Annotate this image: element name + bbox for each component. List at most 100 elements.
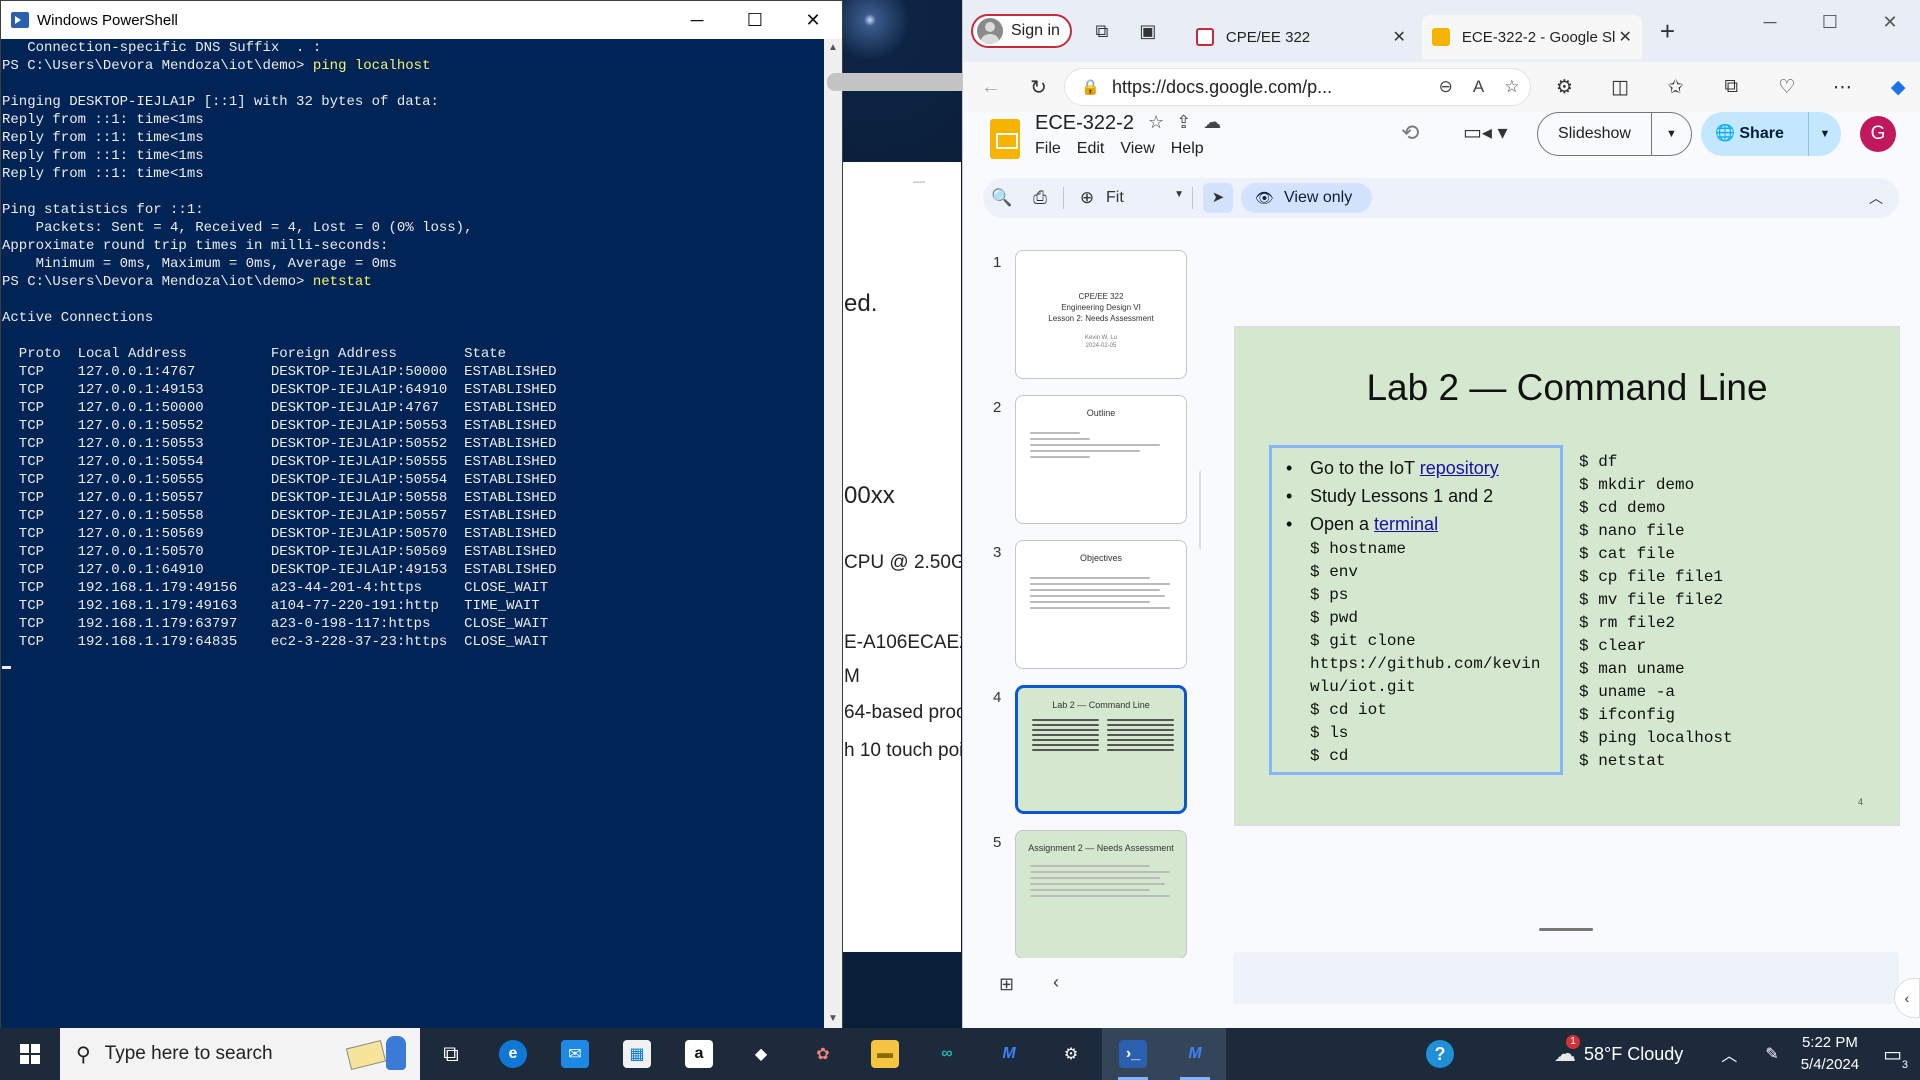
task-view-icon[interactable]: ⧉ xyxy=(420,1028,482,1080)
workspaces-icon[interactable]: ⧉ xyxy=(1086,15,1118,47)
pen-icon[interactable]: ✎ xyxy=(1765,1044,1778,1064)
close-button[interactable]: ✕ xyxy=(784,1,842,39)
account-avatar[interactable]: G xyxy=(1860,116,1896,152)
extensions-icon[interactable]: ⚙ xyxy=(1543,69,1587,105)
favorite-star-icon[interactable]: ☆ xyxy=(1504,77,1519,97)
edge-app-icon[interactable]: e xyxy=(482,1028,544,1080)
print-icon[interactable]: ⎙ xyxy=(1021,188,1059,208)
history-icon[interactable]: ⟲ xyxy=(1401,120,1419,146)
lock-icon[interactable]: 🔒 xyxy=(1081,78,1100,96)
settings-icon[interactable]: ⚙ xyxy=(1040,1028,1102,1080)
minimize-button[interactable]: ─ xyxy=(668,1,726,39)
thumbnail[interactable]: Assignment 2 — Needs Assessment xyxy=(1015,830,1187,958)
notification-icon[interactable]: ▭ 3 xyxy=(1883,1042,1908,1071)
read-aloud-icon[interactable]: A xyxy=(1473,77,1484,97)
amazon-app-icon[interactable]: a xyxy=(668,1028,730,1080)
edge-window[interactable]: Sign in ⧉ ▣ CPE/EE 322 ✕ ECE-322-2 - Goo… xyxy=(962,0,1920,1028)
dropbox-app-icon[interactable]: ◆ xyxy=(730,1028,792,1080)
menu-file[interactable]: File xyxy=(1035,140,1061,158)
copilot-icon[interactable]: ◆ xyxy=(1876,69,1920,105)
store-app-icon[interactable]: ▦ xyxy=(606,1028,668,1080)
select-pointer-icon[interactable]: ➤ xyxy=(1203,183,1233,213)
collapse-filmstrip-icon[interactable]: ‹ xyxy=(1053,972,1059,993)
tab-cpe-ee-322[interactable]: CPE/EE 322 ✕ xyxy=(1186,15,1416,59)
meet-camera-icon[interactable]: ▭◂ ▾ xyxy=(1463,120,1508,145)
cloud-icon[interactable]: ☁ xyxy=(1203,112,1233,132)
tab-close-icon[interactable]: ✕ xyxy=(1619,27,1632,47)
signin-button[interactable]: Sign in xyxy=(971,14,1072,48)
terminal-link[interactable]: terminal xyxy=(1374,514,1438,534)
collections-icon[interactable]: ⧉ xyxy=(1709,69,1753,105)
more-menu-icon[interactable]: ⋯ xyxy=(1821,69,1865,105)
search-icon[interactable]: 🔍 xyxy=(983,188,1021,208)
share-label[interactable]: 🌐 Share xyxy=(1701,112,1809,156)
collapse-toolbar-icon[interactable]: ︿ xyxy=(1869,188,1883,208)
powershell-titlebar[interactable]: Windows PowerShell ─ ☐ ✕ xyxy=(1,1,842,39)
thumbnail-slide-4[interactable]: 4 Lab 2 — Command Line xyxy=(963,685,1201,825)
menu-edit[interactable]: Edit xyxy=(1077,140,1105,158)
thumbnail-slide-5[interactable]: 5 Assignment 2 — Needs Assessment xyxy=(963,830,1201,958)
slide-filmstrip[interactable]: 1 CPE/EE 322 Engineering Design VI Lesso… xyxy=(963,240,1201,958)
weather-widget[interactable]: ☁ 1 58°F Cloudy xyxy=(1554,1035,1683,1067)
slideshow-button[interactable]: Slideshow ▼ xyxy=(1537,112,1692,156)
tab-ece-322-2[interactable]: ECE-322-2 - Google Sl ✕ xyxy=(1421,15,1642,59)
taskbar-search[interactable]: ⚲ Type here to search xyxy=(60,1028,420,1080)
zoom-select[interactable]: Fit ▼ xyxy=(1106,189,1188,207)
background-window[interactable]: — ed. 00xx CPU @ 2.50GH E-A106ECAE278 M 64-ba… xyxy=(843,162,961,952)
thumbnail-slide-2[interactable]: 2 Outline xyxy=(963,395,1201,535)
scroll-down-icon[interactable]: ▼ xyxy=(824,1010,842,1028)
notes-resize-handle[interactable] xyxy=(1539,928,1593,931)
scroll-up-icon[interactable]: ▲ xyxy=(824,39,842,57)
zoom-icon[interactable]: ⊕ xyxy=(1068,188,1106,208)
filmstrip-scrollbar[interactable] xyxy=(1199,470,1201,550)
tab-close-icon[interactable]: ✕ xyxy=(1393,27,1406,47)
tab-actions-icon[interactable]: ▣ xyxy=(1132,15,1164,47)
repository-link[interactable]: repository xyxy=(1420,458,1499,478)
mathcad-app-icon[interactable]: M xyxy=(978,1028,1040,1080)
browser-essentials-icon[interactable]: ♡ xyxy=(1765,69,1809,105)
speaker-notes-area[interactable] xyxy=(1233,952,1899,1004)
slide-canvas[interactable]: Lab 2 — Command Line Go to the IoT repos… xyxy=(1234,326,1900,826)
file-explorer-icon[interactable]: ▬ xyxy=(854,1028,916,1080)
share-button[interactable]: 🌐 Share ▼ xyxy=(1701,112,1841,156)
console-scrollbar[interactable]: ▲ ▼ xyxy=(824,39,999,1028)
address-bar[interactable]: 🔒 https://docs.google.com/p... ⊖ A ☆ xyxy=(1064,68,1531,106)
view-only-button[interactable]: 👁 View only xyxy=(1241,183,1373,213)
favorites-icon[interactable]: ✩ xyxy=(1654,69,1698,105)
mathcad-window-icon[interactable]: M xyxy=(1164,1028,1226,1080)
thumbnail-selected[interactable]: Lab 2 — Command Line xyxy=(1015,685,1187,814)
clock[interactable]: 5:22 PM 5/4/2024 xyxy=(1801,1032,1859,1076)
console-output[interactable]: Connection-specific DNS Suffix . : PS C:\… xyxy=(1,39,824,1028)
help-icon[interactable]: ? xyxy=(1426,1040,1455,1068)
menu-help[interactable]: Help xyxy=(1171,140,1204,158)
back-icon[interactable]: ← xyxy=(971,69,1011,105)
new-tab-button[interactable]: + xyxy=(1660,16,1675,47)
mail-app-icon[interactable]: ✉ xyxy=(544,1028,606,1080)
chevron-up-icon[interactable]: ︿ xyxy=(1721,1042,1737,1066)
close-button[interactable]: ✕ xyxy=(1860,0,1920,44)
move-icon[interactable]: ⇪ xyxy=(1176,112,1203,132)
zoom-icon[interactable]: ⊖ xyxy=(1439,77,1453,97)
refresh-icon[interactable]: ↻ xyxy=(1019,69,1059,105)
thumbnail[interactable]: CPE/EE 322 Engineering Design VI Lesson … xyxy=(1015,250,1187,379)
star-icon[interactable]: ☆ xyxy=(1148,112,1176,132)
minimize-button[interactable]: ─ xyxy=(1740,0,1800,44)
thumbnail-slide-1[interactable]: 1 CPE/EE 322 Engineering Design VI Lesso… xyxy=(963,250,1201,390)
doc-title[interactable]: ECE-322-2 xyxy=(1035,112,1134,135)
slideshow-label[interactable]: Slideshow xyxy=(1538,113,1652,155)
grid-view-icon[interactable]: ⊞ xyxy=(999,974,1014,995)
maximize-button[interactable]: ☐ xyxy=(1800,0,1860,44)
split-screen-icon[interactable]: ◫ xyxy=(1598,69,1642,105)
thumbnail-slide-3[interactable]: 3 Objectives xyxy=(963,540,1201,680)
maximize-button[interactable]: ☐ xyxy=(726,1,784,39)
slideshow-dropdown-icon[interactable]: ▼ xyxy=(1652,128,1691,140)
slides-logo-icon[interactable] xyxy=(990,119,1020,159)
powershell-window[interactable]: Windows PowerShell ─ ☐ ✕ Connection-spec… xyxy=(0,0,999,1029)
thumbnail[interactable]: Outline xyxy=(1015,395,1187,524)
powershell-app-icon[interactable]: ›_ xyxy=(1102,1028,1164,1080)
paint-app-icon[interactable]: ✿ xyxy=(792,1028,854,1080)
menu-view[interactable]: View xyxy=(1120,140,1154,158)
slide-left-textbox[interactable]: Go to the IoT repository Study Lessons 1… xyxy=(1269,445,1563,775)
url-text[interactable]: https://docs.google.com/p... xyxy=(1112,77,1429,98)
start-button[interactable] xyxy=(0,1028,60,1080)
